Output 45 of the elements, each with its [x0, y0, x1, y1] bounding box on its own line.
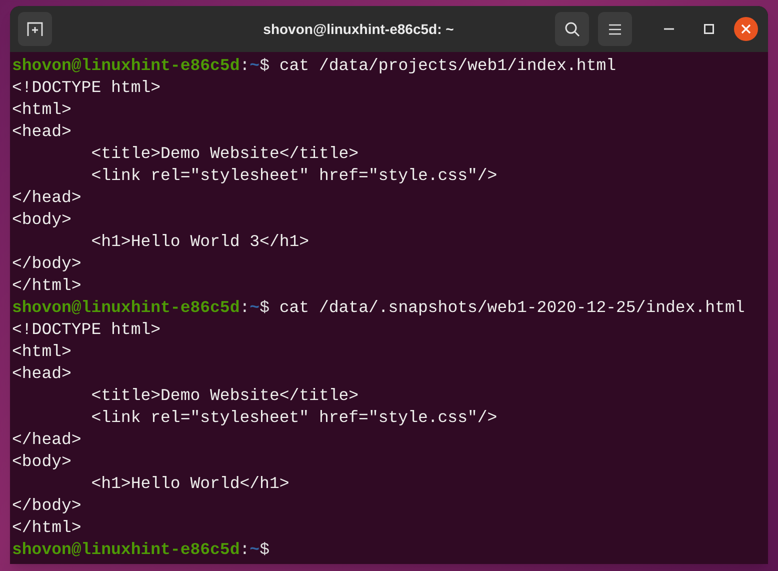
- output-line: <link rel="stylesheet" href="style.css"/>: [90, 407, 498, 429]
- output-line: <!DOCTYPE html>: [12, 77, 161, 99]
- maximize-icon: [704, 24, 714, 34]
- output-line: <head>: [12, 363, 72, 385]
- output-line: <title>Demo Website</title>: [90, 143, 359, 165]
- output-line: </head>: [12, 187, 82, 209]
- output-line: <html>: [12, 341, 72, 363]
- output-line: <h1>Hello World 3</h1>: [90, 231, 310, 253]
- prompt-user: shovon@linuxhint-e86c5d: [12, 539, 240, 561]
- output-line: <h1>Hello World</h1>: [90, 473, 290, 495]
- minimize-icon: [664, 28, 674, 30]
- output-line: </body>: [12, 495, 82, 517]
- menu-icon: [609, 24, 621, 34]
- new-tab-icon: [27, 22, 43, 36]
- command-text: cat /data/.snapshots/web1-2020-12-25/index.html: [278, 297, 745, 319]
- prompt-symbol: $: [260, 297, 270, 319]
- search-button[interactable]: [555, 12, 589, 46]
- prompt-separator: :: [240, 539, 250, 561]
- output-line: <body>: [12, 209, 72, 231]
- output-line: </html>: [12, 275, 82, 297]
- prompt-separator: :: [240, 55, 250, 77]
- output-line: </body>: [12, 253, 82, 275]
- output-line: <!DOCTYPE html>: [12, 319, 161, 341]
- prompt-path: ~: [250, 55, 260, 77]
- window-title: shovon@linuxhint-e86c5d: ~: [263, 20, 454, 38]
- output-line: </head>: [12, 429, 82, 451]
- prompt-symbol: $: [260, 55, 270, 77]
- output-line: <head>: [12, 121, 72, 143]
- command-text: cat /data/projects/web1/index.html: [278, 55, 616, 77]
- search-icon: [564, 21, 580, 37]
- output-line: <title>Demo Website</title>: [90, 385, 359, 407]
- output-line: <link rel="stylesheet" href="style.css"/>: [90, 165, 498, 187]
- close-icon: [741, 24, 751, 34]
- prompt-user: shovon@linuxhint-e86c5d: [12, 297, 240, 319]
- prompt-path: ~: [250, 539, 260, 561]
- close-button[interactable]: [734, 17, 758, 41]
- new-tab-button[interactable]: [18, 12, 52, 46]
- menu-button[interactable]: [598, 12, 632, 46]
- prompt-symbol: $: [260, 539, 270, 561]
- prompt-separator: :: [240, 297, 250, 319]
- prompt-user: shovon@linuxhint-e86c5d: [12, 55, 240, 77]
- prompt-path: ~: [250, 297, 260, 319]
- output-line: <body>: [12, 451, 72, 473]
- output-line: </html>: [12, 517, 82, 539]
- output-line: <html>: [12, 99, 72, 121]
